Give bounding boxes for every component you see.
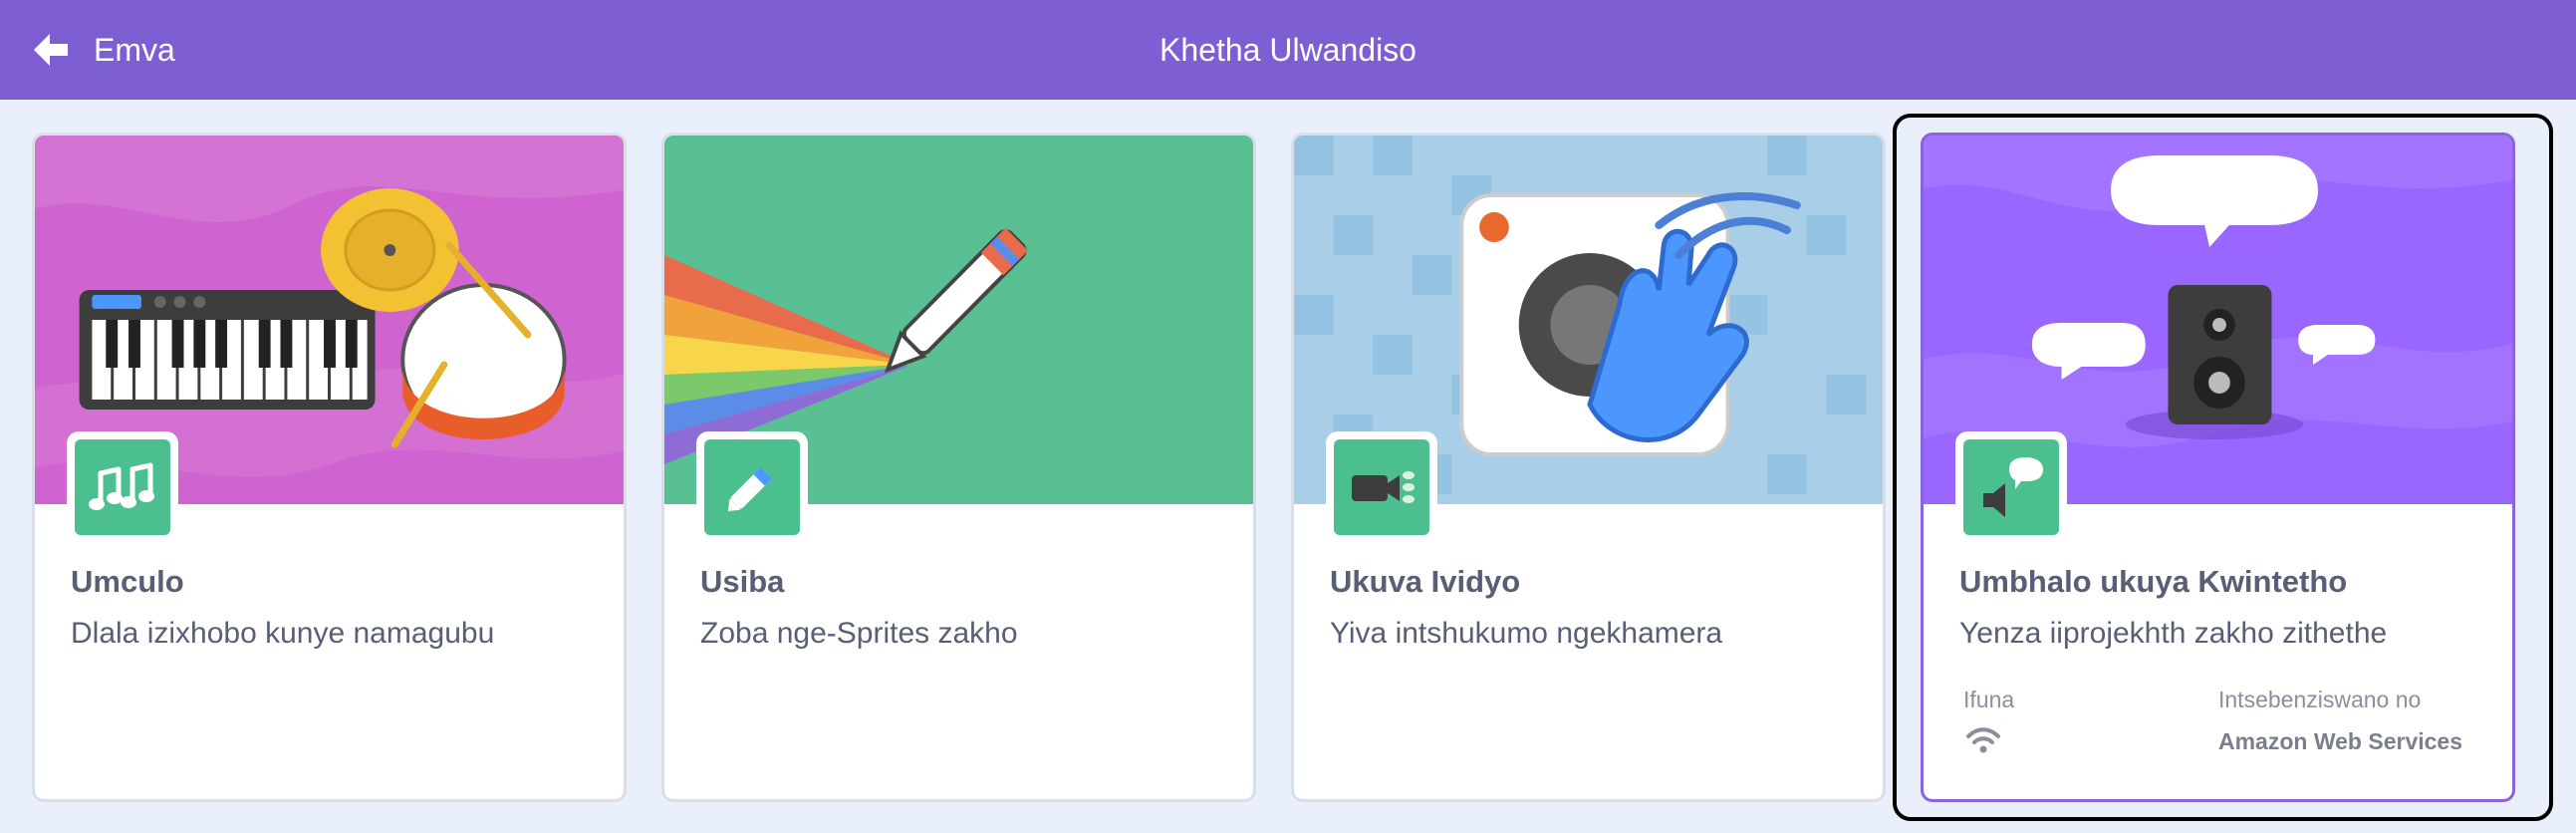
extension-badge-music <box>67 431 178 543</box>
extension-name: Umbhalo ukuya Kwintetho <box>1959 564 2348 599</box>
extension-description: Yiva intshukumo ngekhamera <box>1330 617 1723 650</box>
extension-description: Dlala izixhobo kunye namagubu <box>71 617 495 650</box>
extension-badge-pen <box>696 431 808 543</box>
extension-card-pen[interactable]: Usiba Zoba nge-Sprites zakho <box>661 133 1256 802</box>
extension-description: Zoba nge-Sprites zakho <box>700 617 1018 650</box>
speech-bubble-speaker-icon <box>1983 457 2043 517</box>
wifi-icon <box>1966 727 2000 753</box>
music-notes-icon <box>89 462 154 510</box>
extension-badge-video-sensing <box>1326 431 1437 543</box>
extension-name: Umculo <box>71 564 184 599</box>
pen-icon <box>727 467 772 512</box>
collaboration-value: Amazon Web Services <box>2218 728 2463 754</box>
requires-label: Ifuna <box>1963 687 2015 712</box>
back-button[interactable]: Emva <box>30 22 175 78</box>
extension-badge-text-to-speech <box>1955 431 2067 543</box>
video-camera-icon <box>1352 471 1415 503</box>
extension-name: Usiba <box>700 564 785 599</box>
top-bar: Emva Khetha Ulwandiso <box>0 0 2576 100</box>
back-arrow-icon <box>34 34 68 66</box>
back-label: Emva <box>94 31 175 68</box>
page-title: Khetha Ulwandiso <box>1159 31 1417 68</box>
extension-card-video-sensing[interactable]: Ukuva Ividyo Yiva intshukumo ngekhamera <box>1291 133 1886 802</box>
extension-name: Ukuva Ividyo <box>1330 564 1521 599</box>
collaboration-label: Intsebenziswano no <box>2218 687 2422 712</box>
extension-card-text-to-speech[interactable]: Umbhalo ukuya Kwintetho Yenza iiprojekht… <box>1921 133 2515 802</box>
extension-description: Yenza iiprojekhth zakho zithethe <box>1959 617 2388 650</box>
extension-card-music[interactable]: Umculo Dlala izixhobo kunye namagubu <box>32 133 627 802</box>
